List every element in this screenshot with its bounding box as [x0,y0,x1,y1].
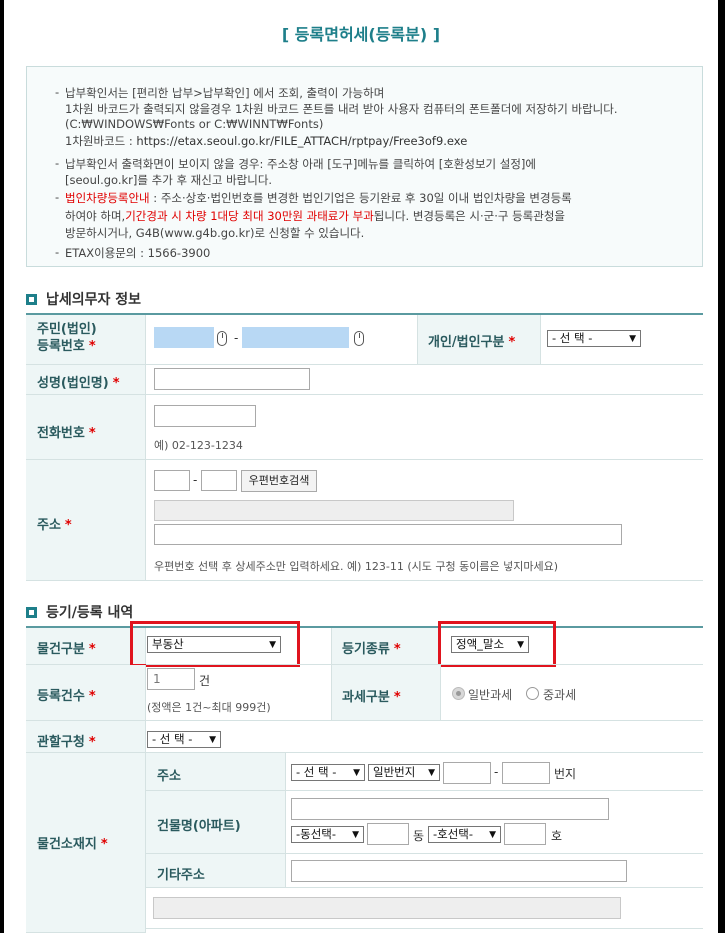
notice-line: 1차원 바코드가 출력되지 않을경우 1차원 바코드 폰트를 내려 받아 사용자… [65,102,618,116]
chevron-down-icon: ▼ [353,768,360,778]
notice-line: 1차원바코드 : https://etax.seoul.go.kr/FILE_A… [65,133,467,149]
notice-line: [seoul.go.kr]를 추가 후 재신고 바랍니다. [65,173,273,187]
reg-type-select[interactable]: 정액_말소 ▼ [451,636,529,653]
location-label: 물건소재지 * [37,837,108,852]
section-title-registration: 등기/등록 내역 [26,602,133,622]
name-label: 성명(법인명) * [37,376,120,391]
count-hint: (정액은 1건~최대 999건) [147,701,271,714]
address-label: 주소 * [37,518,72,533]
phone-hint: 예) 02-123-1234 [154,439,243,452]
id-separator: - [234,331,239,345]
phone-input[interactable] [154,405,256,427]
tax-general-label: 일반과세 [468,688,513,702]
barcode-font-link[interactable]: https://etax.seoul.go.kr/FILE_ATTACH/rpt… [136,134,467,148]
chevron-down-icon: ▼ [209,735,216,745]
required-star: * [88,339,96,354]
reg-type-label: 등기종류 * [342,642,401,657]
chevron-down-icon: ▼ [269,640,276,650]
building-label: 건물명(아파트) [157,819,241,834]
chevron-down-icon: ▼ [428,768,435,778]
office-select[interactable]: - 선 택 - ▼ [147,731,221,748]
address-hint: 우편번호 선택 후 상세주소만 입력하세요. 예) 123-11 (시도 구청 … [154,560,559,573]
name-input[interactable] [154,368,310,390]
dong-unit: 동 [413,829,425,843]
zip-front-input[interactable] [154,470,190,491]
count-label: 등록건수 * [37,689,96,704]
count-input[interactable]: 1 [147,668,195,690]
lot-sub-input[interactable] [502,762,550,784]
id-back-input[interactable] [242,327,349,348]
tax-heavy-label: 중과세 [543,688,577,702]
dong-input[interactable] [367,823,409,845]
lot-separator: - [494,765,499,779]
virtual-keyboard-icon[interactable] [217,331,227,346]
ho-select[interactable]: -호선택- ▼ [428,826,501,843]
ho-unit: 호 [551,829,563,843]
chevron-down-icon: ▼ [517,640,524,650]
virtual-keyboard-icon[interactable] [354,331,364,346]
item-type-label: 물건구분 * [37,642,96,657]
notice-line: (C:₩WINDOWS₩Fonts or C:₩WINNT₩Fonts) [65,117,324,131]
detail-address-input[interactable] [154,524,622,545]
phone-label: 전화번호 * [37,426,96,441]
zip-back-input[interactable] [201,470,237,491]
notice-red-text: 기간경과 시 차량 1대당 최대 30만원 과태료가 부과 [125,209,374,223]
count-unit: 건 [199,674,211,688]
barcode-label: 1차원바코드 : [65,134,137,148]
section-bullet-icon [26,294,37,305]
row-divider [146,720,703,721]
notice-red-text: 법인차량등록안내 [65,191,150,205]
ho-input[interactable] [504,823,546,845]
loc-sido-select[interactable]: - 선 택 - ▼ [291,764,365,781]
section-bullet-icon [26,607,37,618]
chevron-down-icon: ▼ [489,830,496,840]
row-divider [146,364,703,365]
office-label: 관할구청 * [37,735,96,750]
notice-line: 납부확인서는 [편리한 납부>납부확인] 에서 조회, 출력이 가능하며 [65,86,385,100]
base-address-input [154,500,514,521]
tax-type-label: 과세구분 * [342,690,401,705]
loc-address-label: 주소 [157,769,181,784]
chevron-down-icon: ▼ [352,830,359,840]
notice-line: 하여야 하며,기간경과 시 차량 1대당 최대 30만원 과태료가 부과됩니다.… [65,209,565,223]
zip-separator: - [193,473,198,487]
other-address-label: 기타주소 [157,868,205,883]
tax-general-radio[interactable] [452,687,465,700]
notice-line: 납부확인서 출력화면이 보이지 않을 경우: 주소창 아래 [도구]메뉴를 클릭… [65,157,536,171]
notice-dash: - [55,245,60,259]
section-title-taxpayer: 납세의무자 정보 [26,289,141,309]
notice-dash: - [55,156,60,170]
notice-line: ETAX이용문의 : 1566-3900 [65,246,211,260]
table-bottom-line [26,580,703,581]
loc-lot-type-select[interactable]: 일반번지 ▼ [368,764,440,781]
row-divider [146,459,703,460]
id-label: 주민(법인) 등록번호 * [37,322,97,354]
other-address-input[interactable] [291,860,627,882]
building-name-input[interactable] [291,798,609,820]
lot-main-input[interactable] [443,762,491,784]
dong-select[interactable]: -동선택- ▼ [291,826,364,843]
tax-heavy-radio[interactable] [526,687,539,700]
id-front-input[interactable] [154,327,214,348]
lot-unit: 번지 [554,767,577,781]
page-frame: [ 등록면허세(등록분) ] - 납부확인서는 [편리한 납부>납부확인] 에서… [4,0,718,933]
person-type-select[interactable]: - 선 택 - ▼ [547,330,641,347]
notice-line: 방문하시거나, G4B(www.g4b.go.kr)로 신청할 수 있습니다. [65,226,365,240]
zip-search-button[interactable]: 우편번호검색 [241,470,317,492]
row-divider [146,928,703,929]
full-location-display [153,897,621,919]
row-divider [146,887,703,888]
row-divider [146,394,703,395]
item-type-select[interactable]: 부동산 ▼ [147,636,281,653]
notice-dash: - [55,85,60,99]
chevron-down-icon: ▼ [629,334,636,344]
type-label: 개인/법인구분 * [428,335,516,350]
notice-dash: - [55,190,60,204]
notice-box: - 납부확인서는 [편리한 납부>납부확인] 에서 조회, 출력이 가능하며 1… [26,66,703,267]
notice-line: 법인차량등록안내 : 주소·상호·법인번호를 변경한 법인기업은 등기완료 후 … [65,191,572,205]
page-title: [ 등록면허세(등록분) ] [281,25,441,44]
